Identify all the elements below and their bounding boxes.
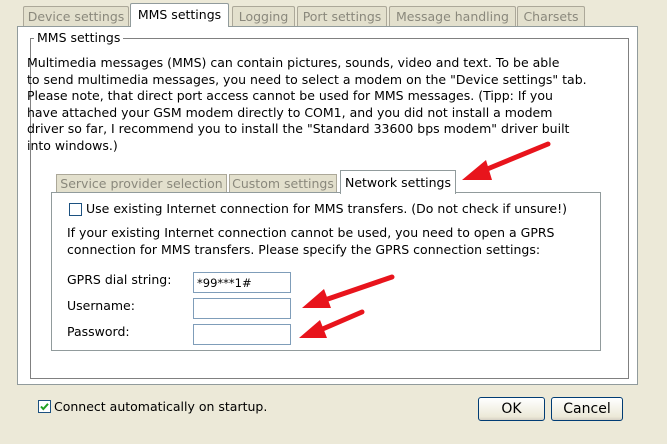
arrow-to-username-icon (302, 274, 395, 308)
arrow-to-password-icon (299, 309, 365, 338)
arrow-to-network-tab-icon (462, 141, 551, 180)
red-arrow-icons (299, 141, 551, 338)
